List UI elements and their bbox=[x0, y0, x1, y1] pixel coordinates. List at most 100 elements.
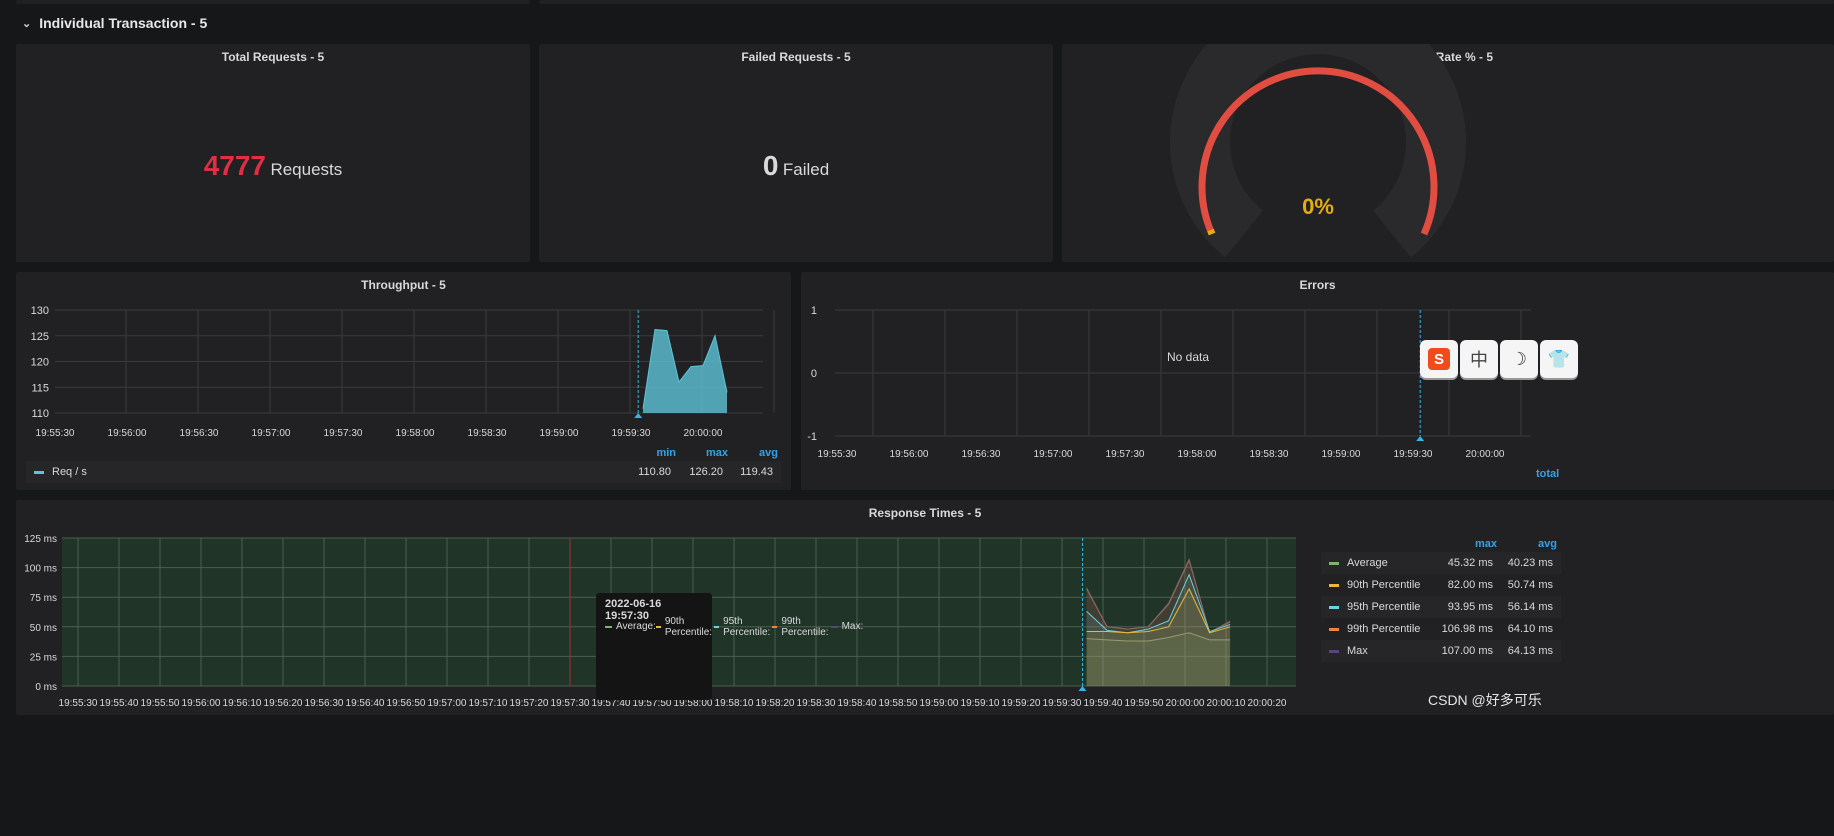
legend-item[interactable]: 99th Percentile 106.98 ms 64.10 ms bbox=[1321, 618, 1561, 640]
legend-item[interactable]: 95th Percentile 93.95 ms 56.14 ms bbox=[1321, 596, 1561, 618]
legend-avg: 64.13 ms bbox=[1507, 645, 1553, 657]
sogou-icon[interactable]: S bbox=[1420, 340, 1458, 378]
legend-item[interactable]: Max 107.00 ms 64.13 ms bbox=[1321, 640, 1561, 662]
x-tick-label: 19:57:20 bbox=[510, 698, 549, 709]
legend-avg: 56.14 ms bbox=[1507, 601, 1553, 613]
legend-label: 90th Percentile bbox=[1347, 579, 1421, 591]
series-color-swatch bbox=[830, 625, 838, 628]
y-tick-label: 1 bbox=[811, 305, 817, 317]
row-header[interactable]: ⌄ Individual Transaction - 5 bbox=[16, 8, 1834, 38]
watermark: CSDN @好多可乐 bbox=[1428, 692, 1542, 708]
legend-header-min: min bbox=[656, 447, 676, 459]
legend-max: 106.98 ms bbox=[1441, 623, 1493, 635]
tooltip-label: 90th Percentile: bbox=[664, 615, 713, 638]
series-color-swatch bbox=[1329, 605, 1339, 609]
series-area bbox=[643, 329, 727, 413]
legend-min: 110.80 bbox=[638, 466, 671, 478]
series-color-swatch bbox=[1329, 649, 1339, 653]
legend-header-max: max bbox=[705, 447, 728, 459]
x-tick-label: 19:57:00 bbox=[428, 698, 467, 709]
y-tick-label: 0 ms bbox=[35, 682, 57, 693]
x-tick-label: 19:56:20 bbox=[264, 698, 303, 709]
x-tick-label: 19:59:30 bbox=[1394, 449, 1433, 460]
failed-requests-panel: Failed Requests - 5 0 Failed bbox=[539, 44, 1053, 262]
x-tick-label: 19:56:10 bbox=[223, 698, 262, 709]
series-color-swatch bbox=[1329, 561, 1339, 565]
x-tick-label: 19:56:40 bbox=[346, 698, 385, 709]
series-color-swatch bbox=[772, 625, 778, 628]
y-tick-label: 25 ms bbox=[30, 652, 57, 663]
legend-label: Average bbox=[1347, 557, 1388, 569]
panel-title: Total Requests - 5 bbox=[221, 50, 325, 64]
chinese-mode-icon[interactable]: 中 bbox=[1460, 340, 1498, 378]
tooltip-item: Max: bbox=[830, 619, 864, 634]
tooltip-item: 95th Percentile: bbox=[714, 616, 772, 638]
x-tick-label: 19:59:30 bbox=[1043, 698, 1082, 709]
x-tick-label: 19:55:50 bbox=[141, 698, 180, 709]
legend-item[interactable]: 90th Percentile 82.00 ms 50.74 ms bbox=[1321, 574, 1561, 596]
moon-icon[interactable]: ☽ bbox=[1500, 340, 1538, 378]
tooltip-item: 90th Percentile: bbox=[655, 616, 714, 638]
previous-panel bbox=[16, 0, 530, 4]
x-tick-label: 19:59:00 bbox=[920, 698, 959, 709]
y-tick-label: 125 ms bbox=[24, 534, 57, 545]
skin-icon[interactable]: 👕 bbox=[1540, 340, 1578, 378]
sogou-logo: S bbox=[1428, 348, 1450, 370]
series-color-swatch bbox=[1329, 583, 1339, 587]
throughput-legend: Req / s 110.80 126.20 119.43 bbox=[26, 461, 781, 483]
throughput-panel: Throughput - 5 110 115 120 125 130 19:55:30 19… bbox=[16, 272, 791, 490]
legend-header-max: max bbox=[1474, 538, 1497, 550]
x-tick-label: 19:59:00 bbox=[1322, 449, 1361, 460]
legend-header-total: total bbox=[1536, 468, 1560, 480]
x-tick-label: 19:55:40 bbox=[100, 698, 139, 709]
tooltip-label: 99th Percentile: bbox=[781, 615, 829, 638]
errors-chart[interactable]: -1 0 1 19:55:30 19:56:00 19:56:30 19:57:00 19:5… bbox=[801, 272, 1834, 490]
annotation-marker bbox=[634, 413, 643, 418]
x-tick-label: 19:59:00 bbox=[540, 428, 579, 439]
errors-panel: Errors -1 0 1 19:55:30 19:56:00 19:56:30 19:57… bbox=[801, 272, 1834, 490]
x-tick-label: 19:59:10 bbox=[961, 698, 1000, 709]
x-tick-label: 19:57:00 bbox=[252, 428, 291, 439]
previous-panel bbox=[539, 0, 1834, 4]
legend-item[interactable]: Req / s 110.80 126.20 119.43 bbox=[26, 461, 781, 483]
x-tick-label: 19:55:30 bbox=[36, 428, 75, 439]
legend-max: 82.00 ms bbox=[1447, 579, 1493, 591]
legend-item[interactable]: Average 45.32 ms 40.23 ms bbox=[1321, 552, 1561, 574]
x-tick-label: 20:00:00 bbox=[684, 428, 723, 439]
x-tick-label: 19:58:20 bbox=[756, 698, 795, 709]
x-tick-label: 19:58:30 bbox=[468, 428, 507, 439]
series-color-swatch bbox=[1329, 627, 1339, 631]
legend-max: 107.00 ms bbox=[1441, 645, 1493, 657]
y-tick-label: 115 bbox=[31, 382, 49, 394]
response-times-legend: Average 45.32 ms 40.23 ms 90th Percentile 82… bbox=[1321, 552, 1561, 662]
x-tick-label: 20:00:00 bbox=[1166, 698, 1205, 709]
gauge bbox=[1170, 44, 1466, 258]
y-tick-label: 75 ms bbox=[30, 593, 57, 604]
x-tick-label: 19:59:30 bbox=[612, 428, 651, 439]
response-times-panel: Response Times - 5 0 ms 25 ms 50 ms 75 ms 10… bbox=[16, 500, 1834, 715]
y-tick-label: 50 ms bbox=[30, 623, 57, 634]
series-area bbox=[1086, 632, 1231, 686]
x-tick-label: 20:00:20 bbox=[1248, 698, 1287, 709]
legend-label: 99th Percentile bbox=[1347, 623, 1421, 635]
legend-label: 95th Percentile bbox=[1347, 601, 1421, 613]
tooltip-label: Max: bbox=[841, 621, 864, 632]
tooltip-label: 95th Percentile: bbox=[723, 615, 771, 638]
x-tick-label: 19:56:30 bbox=[180, 428, 219, 439]
x-tick-label: 19:58:00 bbox=[1178, 449, 1217, 460]
x-tick-label: 19:58:00 bbox=[396, 428, 435, 439]
legend-label: Max bbox=[1347, 645, 1368, 657]
stat-unit: Requests bbox=[270, 160, 343, 179]
gauge-threshold bbox=[1207, 228, 1216, 236]
tooltip-item: 99th Percentile: bbox=[772, 616, 830, 638]
legend-avg: 50.74 ms bbox=[1507, 579, 1553, 591]
no-data-label: No data bbox=[1167, 350, 1210, 364]
gauge-value: 0% bbox=[1302, 194, 1334, 219]
series-color-swatch bbox=[714, 625, 720, 628]
y-tick-label: 110 bbox=[31, 408, 49, 420]
x-tick-label: 19:58:10 bbox=[715, 698, 754, 709]
series-color-swatch bbox=[34, 470, 44, 474]
legend-header-avg: avg bbox=[759, 447, 778, 459]
tooltip-item: Average: bbox=[605, 619, 656, 634]
x-tick-label: 19:56:30 bbox=[305, 698, 344, 709]
